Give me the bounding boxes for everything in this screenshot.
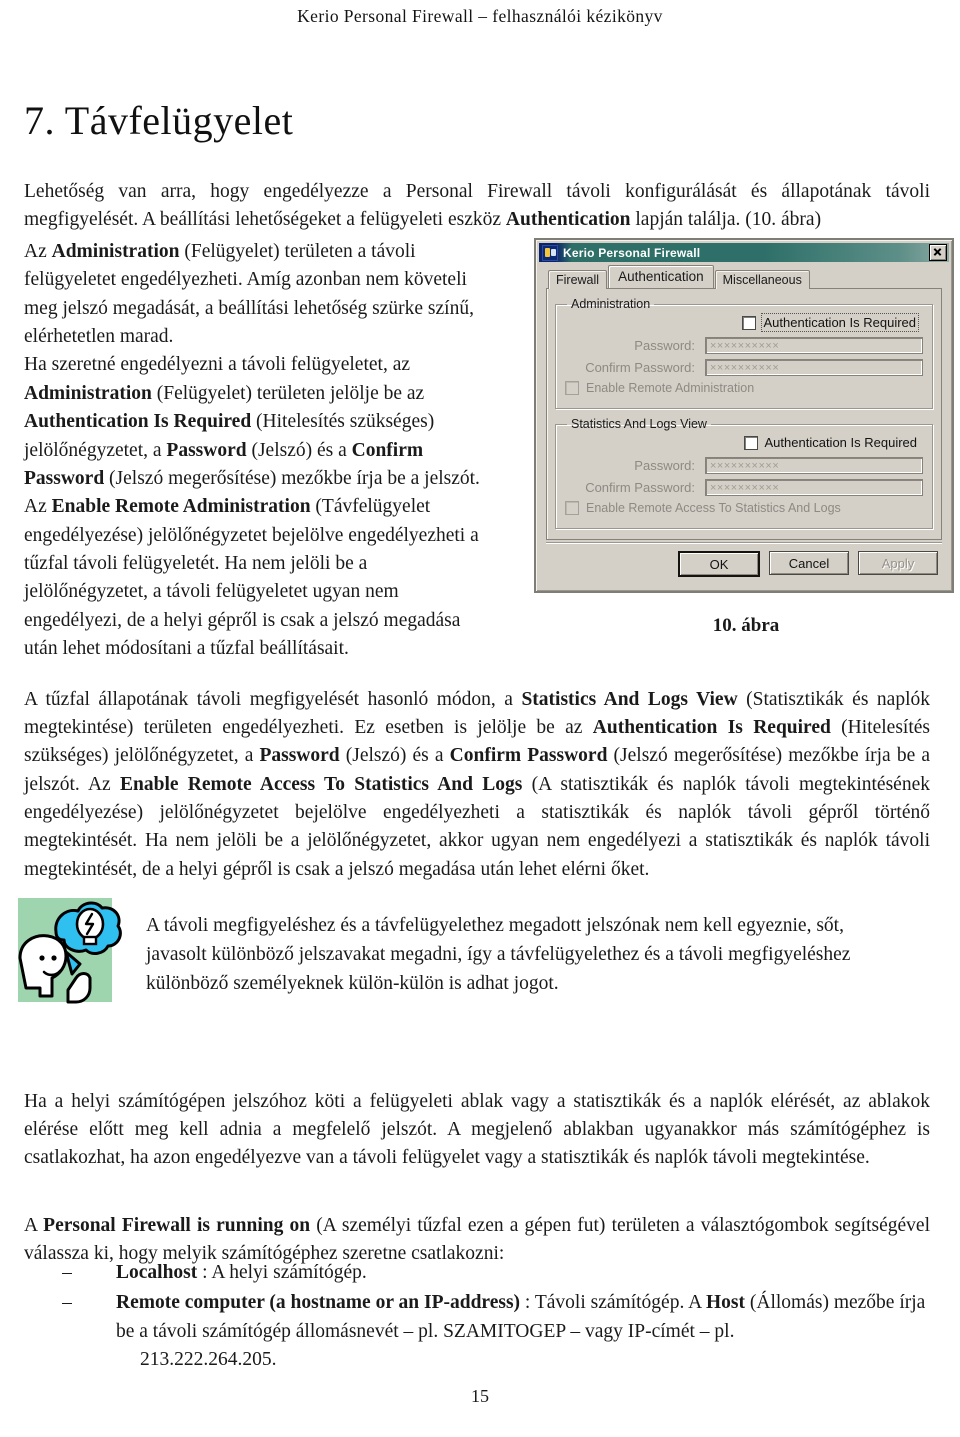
list-item: – Remote computer (a hostname or an IP-a… — [24, 1289, 930, 1374]
stats-auth-required-label: Authentication Is Required — [764, 435, 917, 450]
sp-s4: (Jelszó) és a — [339, 745, 450, 767]
dialog-body: Firewall Authentication Miscellaneous Ad… — [539, 262, 949, 588]
intro-bold-authentication: Authentication — [505, 208, 631, 230]
tip-callout: A távoli megfigyeléshez és a távfelügyel… — [10, 892, 930, 1010]
left-text-column: Az Administration (Felügyelet) területen… — [24, 238, 494, 663]
admin-auth-required-label: Authentication Is Required — [760, 313, 920, 332]
list-item-text: Remote computer (a hostname or an IP-add… — [116, 1289, 930, 1374]
bullet-0-rest: : A helyi számítógép. — [197, 1262, 367, 1283]
stats-auth-required-checkbox[interactable] — [743, 435, 758, 450]
page-number: 15 — [471, 1386, 489, 1406]
dialog-titlebar: Kerio Personal Firewall — [539, 243, 949, 262]
bullet-1-bold2: Host — [706, 1292, 746, 1314]
admin-password-row: Password: ×××××××××× — [565, 337, 923, 354]
admin-auth-required-row: Authentication Is Required — [565, 313, 923, 332]
apply-button: Apply — [858, 551, 938, 575]
admin-auth-required-checkbox[interactable] — [741, 315, 756, 330]
admin-password-input[interactable]: ×××××××××× — [705, 337, 923, 354]
tip-text: A távoli megfigyeléshez és a távfelügyel… — [146, 915, 851, 994]
group-administration: Administration Authentication Is Require… — [555, 297, 933, 409]
intro-paragraph: Lehetőség van arra, hogy engedélyezze a … — [24, 178, 930, 235]
sp-b2: Authentication Is Required — [592, 716, 831, 738]
stats-auth-required-row: Authentication Is Required — [565, 435, 923, 450]
statistics-paragraph: A tűzfal állapotának távoli megfigyelésé… — [24, 686, 930, 885]
lc-s1: Az — [24, 241, 52, 262]
sp-b4: Confirm Password — [449, 745, 608, 767]
figure-caption: 10. ábra — [712, 615, 780, 636]
kerio-dialog: Kerio Personal Firewall Firewall Authent… — [534, 238, 954, 593]
lc-s6: (Jelszó) és a — [246, 439, 352, 461]
sp-b5: Enable Remote Access To Statistics And L… — [120, 773, 523, 795]
dialog-title: Kerio Personal Firewall — [563, 245, 701, 260]
authentication-tab-panel: Administration Authentication Is Require… — [546, 289, 942, 540]
ro-b1: Personal Firewall is running on — [43, 1214, 311, 1236]
stats-password-label: Password: — [634, 458, 695, 473]
list-item-text: Localhost : A helyi számítógép. — [116, 1259, 930, 1287]
enable-remote-access-statistics-label: Enable Remote Access To Statistics And L… — [586, 501, 841, 515]
dialog-tabstrip: Firewall Authentication Miscellaneous — [546, 265, 942, 289]
stats-confirm-password-input[interactable]: ×××××××××× — [705, 479, 923, 496]
ro-s1: A — [24, 1214, 44, 1236]
connection-options-list: – Localhost : A helyi számítógép. – Remo… — [24, 1259, 930, 1377]
stats-confirm-password-label: Confirm Password: — [585, 480, 695, 495]
tab-authentication[interactable]: Authentication — [608, 265, 714, 288]
lightbulb-thought-bubble-tip-icon — [10, 892, 126, 1010]
ok-button[interactable]: OK — [678, 551, 760, 577]
lc-b1: Administration — [51, 241, 180, 262]
figure-10: Kerio Personal Firewall Firewall Authent… — [534, 238, 958, 637]
close-icon[interactable] — [929, 244, 947, 261]
sp-b3: Password — [259, 745, 340, 767]
lc-s8: (Távfelügyelet engedélyezése) jelölőnégy… — [24, 496, 479, 660]
document-page: Kerio Personal Firewall – felhasználói k… — [0, 0, 960, 1437]
sp-s1: A tűzfal állapotának távoli megfigyelésé… — [24, 688, 522, 710]
admin-confirm-password-label: Confirm Password: — [585, 360, 695, 375]
chapter-title: 7. Távfelügyelet — [24, 97, 294, 143]
list-dash: – — [62, 1262, 72, 1283]
stats-enable-remote-row: Enable Remote Access To Statistics And L… — [565, 501, 923, 515]
lc-b4: Password — [166, 439, 247, 461]
cancel-button[interactable]: Cancel — [769, 551, 849, 575]
stats-confirm-password-row: Confirm Password: ×××××××××× — [565, 479, 923, 496]
dialog-separator — [546, 542, 942, 544]
group-statistics-title: Statistics And Logs View — [571, 417, 707, 431]
intro-text-2: lapján találja. (10. ábra) — [630, 208, 822, 230]
tab-miscellaneous[interactable]: Miscellaneous — [714, 270, 810, 289]
list-dash: – — [62, 1292, 72, 1314]
bullet-0-bold: Localhost — [116, 1262, 198, 1283]
sp-b1: Statistics And Logs View — [521, 688, 738, 710]
tab-firewall[interactable]: Firewall — [548, 270, 608, 289]
lc-b3: Authentication Is Required — [24, 411, 252, 433]
group-administration-title: Administration — [571, 297, 651, 311]
bullet-1-rest: : Távoli számítógép. A — [520, 1292, 707, 1314]
dialog-button-bar: OK Cancel Apply — [546, 551, 942, 581]
admin-enable-remote-row: Enable Remote Administration — [565, 381, 923, 395]
lc-b6: Enable Remote Administration — [51, 496, 311, 518]
enable-remote-administration-checkbox[interactable] — [565, 381, 579, 395]
running-head: Kerio Personal Firewall – felhasználói k… — [297, 6, 663, 26]
bullet-1-bold: Remote computer (a hostname or an IP-add… — [116, 1292, 521, 1314]
local-access-paragraph: Ha a helyi számítógépen jelszóhoz köti a… — [24, 1090, 930, 1169]
lc-s4: (Felügyelet) területen jelölje be az — [151, 382, 425, 404]
enable-remote-access-statistics-checkbox[interactable] — [565, 501, 579, 515]
stats-password-row: Password: ×××××××××× — [565, 457, 923, 474]
kerio-app-icon — [542, 244, 558, 261]
list-item: – Localhost : A helyi számítógép. — [24, 1259, 930, 1287]
admin-password-label: Password: — [634, 338, 695, 353]
left-paragraph-1: Az Administration (Felügyelet) területen… — [24, 238, 494, 351]
enable-remote-administration-label: Enable Remote Administration — [586, 381, 755, 395]
lc-b2: Administration — [24, 382, 152, 404]
left-paragraph-2: Ha szeretné engedélyezni a távoli felügy… — [24, 351, 494, 663]
stats-password-input[interactable]: ×××××××××× — [705, 457, 923, 474]
lc-s3: Ha szeretné engedélyezni a távoli felügy… — [24, 354, 411, 376]
group-statistics-and-logs-view: Statistics And Logs View Authentication … — [555, 417, 933, 529]
bullet-1-continuation: 213.222.264.205. — [140, 1349, 277, 1371]
admin-confirm-password-input[interactable]: ×××××××××× — [705, 359, 923, 376]
admin-confirm-password-row: Confirm Password: ×××××××××× — [565, 359, 923, 376]
